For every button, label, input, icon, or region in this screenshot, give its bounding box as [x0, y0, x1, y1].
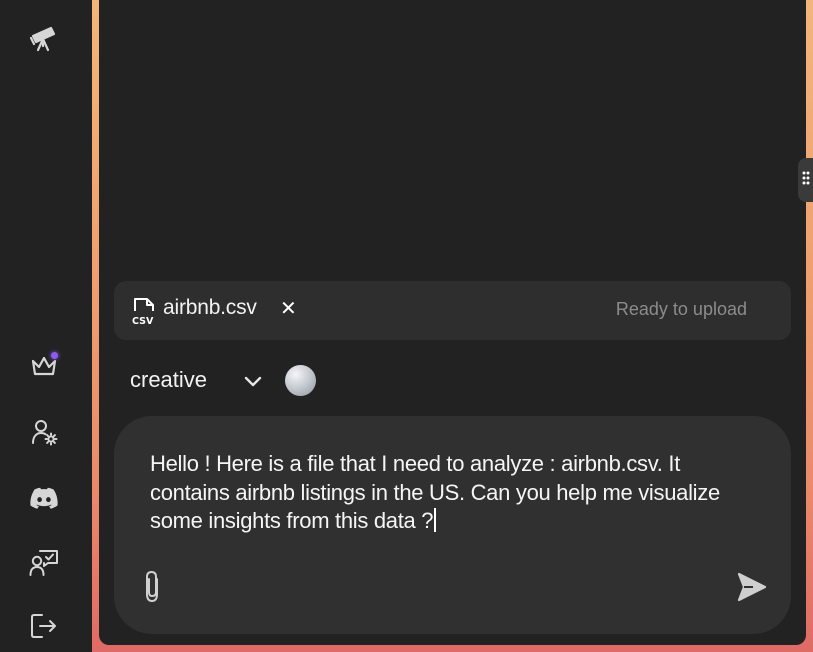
logout-icon: [30, 613, 58, 639]
remove-attachment-button[interactable]: ✕: [280, 295, 297, 323]
mode-orb-toggle[interactable]: [285, 365, 316, 396]
sidebar-item-account-settings[interactable]: [28, 416, 60, 448]
sidebar-item-explore[interactable]: [28, 22, 60, 54]
sidebar-item-premium[interactable]: [28, 350, 60, 382]
sidebar-item-discord[interactable]: [28, 482, 60, 514]
paperclip-icon: [140, 570, 166, 608]
sidebar-item-logout[interactable]: [28, 610, 60, 642]
message-input[interactable]: Hello ! Here is a file that I need to an…: [150, 450, 750, 536]
svg-text:CSV: CSV: [132, 316, 154, 325]
message-composer[interactable]: Hello ! Here is a file that I need to an…: [114, 416, 791, 634]
send-message-button[interactable]: [736, 571, 768, 603]
feedback-icon: [29, 548, 59, 576]
message-input-text: Hello ! Here is a file that I need to an…: [150, 451, 726, 533]
app-window: CSV airbnb.csv ✕ Ready to upload creativ…: [0, 0, 813, 652]
upload-status-text: Ready to upload: [615, 299, 747, 319]
chevron-down-icon[interactable]: [242, 370, 264, 392]
discord-icon: [30, 487, 58, 509]
attachment-bar: CSV airbnb.csv ✕ Ready to upload: [114, 281, 791, 340]
panel-resize-handle[interactable]: [798, 158, 813, 202]
sidebar: [0, 0, 92, 652]
grip-dots-icon: [802, 171, 810, 190]
sidebar-item-feedback[interactable]: [28, 546, 60, 578]
attach-file-button[interactable]: [140, 570, 166, 604]
mode-selector-value[interactable]: creative: [130, 367, 207, 393]
telescope-icon: [29, 24, 59, 52]
text-caret: [434, 508, 437, 532]
attachment-file-name: airbnb.csv: [163, 296, 257, 319]
notification-dot: [51, 352, 58, 359]
send-icon: [736, 572, 768, 607]
csv-file-icon: CSV: [132, 297, 156, 327]
user-settings-icon: [30, 418, 58, 446]
